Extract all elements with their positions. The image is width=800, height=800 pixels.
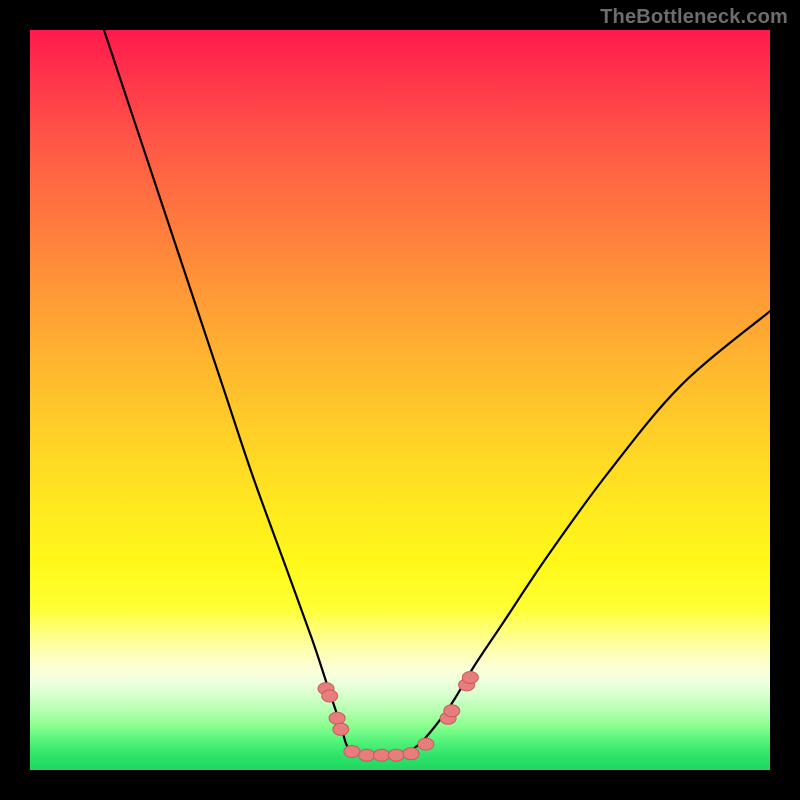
watermark-text: TheBottleneck.com [600,6,788,29]
outer-frame: TheBottleneck.com [0,0,800,800]
plot-gradient-background [30,30,770,770]
